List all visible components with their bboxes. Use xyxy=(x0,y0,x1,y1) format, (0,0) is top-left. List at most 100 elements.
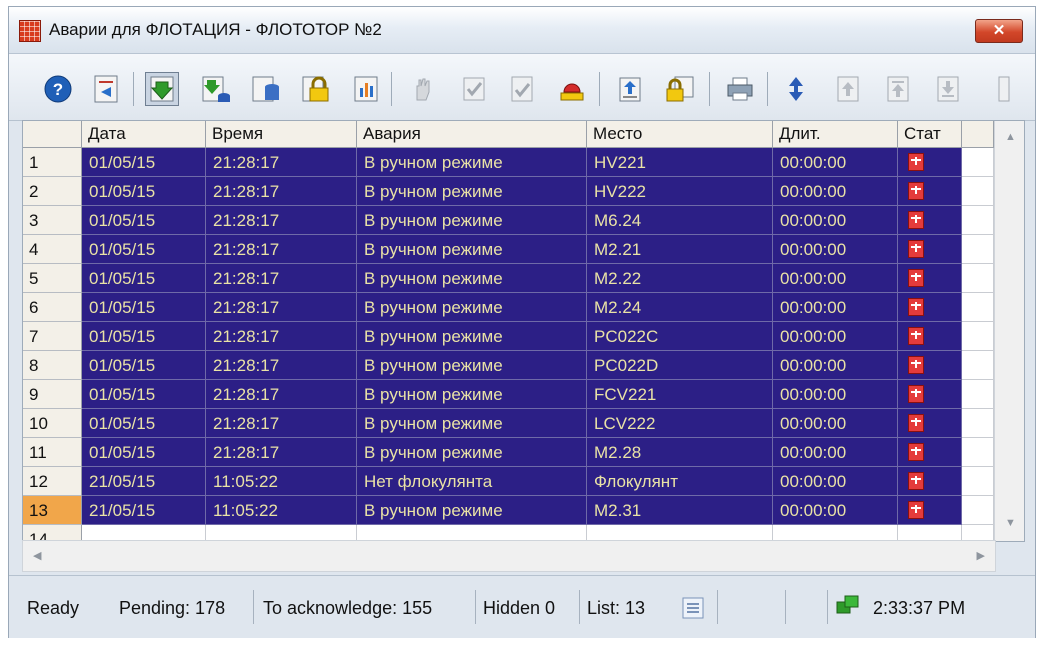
alarm-bell-icon[interactable] xyxy=(555,72,589,106)
close-button[interactable]: ✕ xyxy=(975,19,1023,43)
list-view-icon[interactable] xyxy=(681,596,705,625)
cell-time: 21:28:17 xyxy=(206,235,357,264)
cell-status xyxy=(898,438,962,467)
row-number[interactable]: 1 xyxy=(23,148,82,177)
alarm-window: Аварии для ФЛОТАЦИЯ - ФЛОТОТОР №2 ✕ ? Да… xyxy=(8,6,1036,638)
cell-status xyxy=(898,148,962,177)
vertical-scrollbar[interactable]: ▲ ▼ xyxy=(994,121,1024,541)
row-number[interactable]: 11 xyxy=(23,438,82,467)
scroll-right-icon[interactable]: ▶ xyxy=(977,549,985,562)
cell-status xyxy=(898,351,962,380)
table-row[interactable]: 1 01/05/15 21:28:17 В ручном режиме HV221 00:… xyxy=(23,148,994,177)
alarm-status-icon xyxy=(908,269,924,287)
cell-extra xyxy=(962,409,994,438)
cell-date: 21/05/15 xyxy=(82,496,206,525)
cell-extra xyxy=(962,380,994,409)
alarm-status-icon xyxy=(908,240,924,258)
row-number[interactable]: 2 xyxy=(23,177,82,206)
network-status-icon xyxy=(835,594,861,625)
scroll-left-icon[interactable]: ◀ xyxy=(33,549,41,562)
column-header-status[interactable]: Стат xyxy=(898,121,962,148)
column-header-date[interactable]: Дата xyxy=(82,121,206,148)
cell-status xyxy=(898,322,962,351)
table-row[interactable]: 2 01/05/15 21:28:17 В ручном режиме HV222 00:… xyxy=(23,177,994,206)
cell-extra xyxy=(962,438,994,467)
cell-duration: 00:00:00 xyxy=(773,438,898,467)
cell-alarm: В ручном режиме xyxy=(357,380,587,409)
row-number[interactable]: 4 xyxy=(23,235,82,264)
back-icon[interactable] xyxy=(89,72,123,106)
app-grid-icon xyxy=(19,20,41,42)
status-ready: Ready xyxy=(27,598,80,618)
corner-header xyxy=(23,121,82,148)
cell-status xyxy=(898,380,962,409)
alarm-status-icon xyxy=(908,356,924,374)
cell-status xyxy=(898,264,962,293)
sort-updown-icon[interactable] xyxy=(779,72,813,106)
row-number[interactable]: 7 xyxy=(23,322,82,351)
table-row[interactable]: 3 01/05/15 21:28:17 В ручном режиме M6.24 00:… xyxy=(23,206,994,235)
row-number[interactable]: 6 xyxy=(23,293,82,322)
status-bar: Ready Pending: 178 To acknowledge: 155 H… xyxy=(9,575,1035,638)
arrow-down-icon[interactable] xyxy=(145,72,179,106)
lock-db-icon[interactable] xyxy=(299,72,333,106)
cell-alarm: В ручном режиме xyxy=(357,293,587,322)
row-number[interactable]: 3 xyxy=(23,206,82,235)
scroll-up-icon[interactable]: ▲ xyxy=(1005,131,1016,143)
column-header-time[interactable]: Время xyxy=(206,121,357,148)
column-header-place[interactable]: Место xyxy=(587,121,773,148)
cell-status xyxy=(898,409,962,438)
table-row[interactable]: 12 21/05/15 11:05:22 Нет флокулянта Флокулян… xyxy=(23,467,994,496)
cell-duration: 00:00:00 xyxy=(773,467,898,496)
cell-place: Флокулянт xyxy=(587,467,773,496)
cell-date: 01/05/15 xyxy=(82,293,206,322)
cell-alarm: В ручном режиме xyxy=(357,322,587,351)
cell-status xyxy=(898,293,962,322)
cell-extra xyxy=(962,148,994,177)
move-top-icon[interactable] xyxy=(881,72,915,106)
title-bar[interactable]: Аварии для ФЛОТАЦИЯ - ФЛОТОТОР №2 ✕ xyxy=(9,7,1035,54)
cell-place: M2.21 xyxy=(587,235,773,264)
cell-duration: 00:00:00 xyxy=(773,264,898,293)
row-number[interactable]: 5 xyxy=(23,264,82,293)
table-row[interactable]: 7 01/05/15 21:28:17 В ручном режиме PC022C 00… xyxy=(23,322,994,351)
help-icon[interactable]: ? xyxy=(41,72,75,106)
cell-extra xyxy=(962,177,994,206)
table-row[interactable]: 4 01/05/15 21:28:17 В ручном режиме M2.21 00:… xyxy=(23,235,994,264)
row-number[interactable]: 8 xyxy=(23,351,82,380)
table-row[interactable]: 10 01/05/15 21:28:17 В ручном режиме LCV222 0… xyxy=(23,409,994,438)
row-number[interactable]: 13 xyxy=(23,496,82,525)
row-number[interactable]: 9 xyxy=(23,380,82,409)
arrow-db-icon[interactable] xyxy=(199,72,233,106)
column-header-duration[interactable]: Длит. xyxy=(773,121,898,148)
checklist-icon[interactable] xyxy=(505,72,539,106)
cell-place: M6.24 xyxy=(587,206,773,235)
clipboard-up-icon[interactable] xyxy=(613,72,647,106)
move-bottom-icon[interactable] xyxy=(931,72,965,106)
table-row[interactable]: 9 01/05/15 21:28:17 В ручном режиме FCV221 00… xyxy=(23,380,994,409)
lock-up-icon[interactable] xyxy=(663,72,697,106)
move-up-icon[interactable] xyxy=(831,72,865,106)
table-row[interactable]: 6 01/05/15 21:28:17 В ручном режиме M2.24 00:… xyxy=(23,293,994,322)
svg-text:?: ? xyxy=(53,80,63,99)
cell-status xyxy=(898,235,962,264)
table-row[interactable]: 8 01/05/15 21:28:17 В ручном режиме PC022D 00… xyxy=(23,351,994,380)
database-icon[interactable] xyxy=(249,72,283,106)
table-row[interactable]: 5 01/05/15 21:28:17 В ручном режиме M2.22 00:… xyxy=(23,264,994,293)
cell-place: HV222 xyxy=(587,177,773,206)
alarm-status-icon xyxy=(908,472,924,490)
column-header-alarm[interactable]: Авария xyxy=(357,121,587,148)
more-icon[interactable] xyxy=(993,72,1013,106)
table-row[interactable]: 11 01/05/15 21:28:17 В ручном режиме M2.28 00… xyxy=(23,438,994,467)
cell-extra xyxy=(962,235,994,264)
cell-alarm: В ручном режиме xyxy=(357,206,587,235)
scroll-down-icon[interactable]: ▼ xyxy=(1005,517,1016,529)
printer-icon[interactable] xyxy=(723,72,757,106)
check-icon[interactable] xyxy=(457,72,491,106)
row-number[interactable]: 12 xyxy=(23,467,82,496)
chart-icon[interactable] xyxy=(349,72,383,106)
hand-icon[interactable] xyxy=(405,72,439,106)
table-row[interactable]: 13 21/05/15 11:05:22 В ручном режиме M2.31 00… xyxy=(23,496,994,525)
row-number[interactable]: 10 xyxy=(23,409,82,438)
horizontal-scrollbar[interactable]: ◀ ▶ xyxy=(22,540,996,572)
